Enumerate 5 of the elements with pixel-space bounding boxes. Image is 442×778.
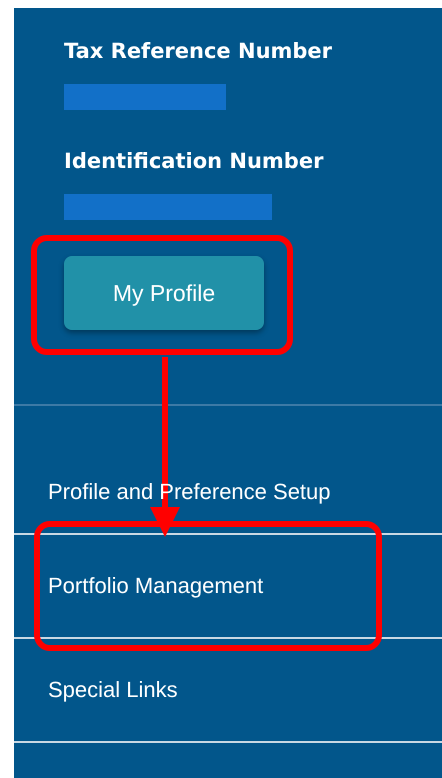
menu-item[interactable]: Special Links	[14, 639, 442, 743]
field-label: Identification Number	[64, 148, 324, 175]
field-label: Tax Reference Number	[64, 38, 334, 65]
my-profile-button[interactable]: My Profile	[64, 256, 264, 330]
menu-item[interactable]: Portfolio Management	[14, 535, 442, 639]
